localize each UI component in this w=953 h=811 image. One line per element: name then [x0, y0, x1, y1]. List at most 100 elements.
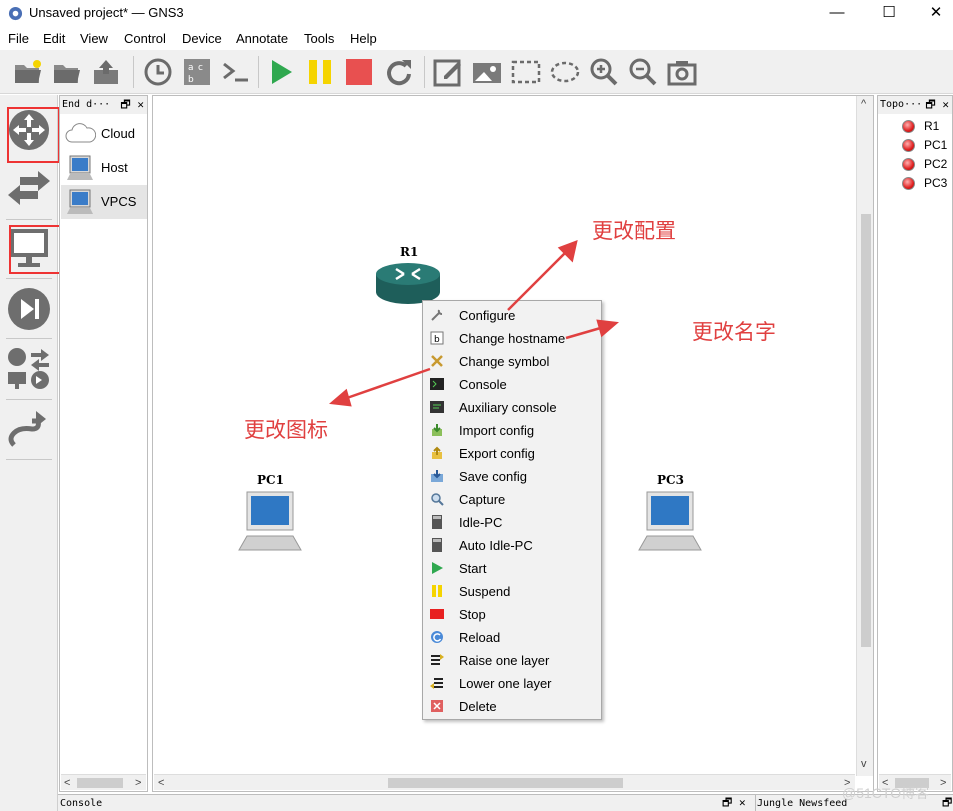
screenshot-icon[interactable] [666, 56, 698, 88]
open-project-icon[interactable] [51, 56, 83, 88]
menu-item-lower-one-layer[interactable]: Lower one layer [424, 672, 600, 695]
console-dock-title[interactable]: Console [60, 796, 102, 811]
menu-control[interactable]: Control [124, 31, 166, 46]
gns3-app-icon [8, 6, 23, 21]
topology-panel-header: Topo··· 🗗 ✕ [878, 96, 952, 114]
menu-item-change-hostname[interactable]: b Change hostname [424, 327, 600, 350]
annotation-configure: 更改配置 [592, 219, 676, 243]
draw-ellipse-icon[interactable] [549, 56, 581, 88]
menu-help[interactable]: Help [350, 31, 377, 46]
menu-item-idle-pc[interactable]: Idle-PC [424, 511, 600, 534]
stopped-status-icon [902, 177, 915, 190]
scroll-down-icon[interactable]: v [861, 756, 867, 772]
menu-item-start[interactable]: Start [424, 557, 600, 580]
devices-panel-title: End d··· [62, 99, 111, 110]
device-item-cloud[interactable]: Cloud [61, 117, 147, 151]
svg-text:c: c [198, 63, 203, 73]
highlight-box [7, 107, 60, 163]
devices-horizontal-scrollbar[interactable]: < > [61, 774, 146, 790]
stopped-status-icon [902, 158, 915, 171]
menu-item-save-config[interactable]: Save config [424, 465, 600, 488]
device-item-host[interactable]: Host [61, 151, 147, 185]
menu-edit[interactable]: Edit [43, 31, 65, 46]
magnifier-icon [431, 493, 444, 506]
scroll-left-icon[interactable]: < [158, 775, 164, 791]
close-button[interactable]: ✕ [913, 0, 953, 28]
switches-category-icon[interactable] [6, 167, 52, 213]
dock-divider [755, 795, 756, 811]
new-project-icon[interactable] [12, 56, 44, 88]
maximize-button[interactable]: ☐ [866, 0, 912, 28]
newsfeed-dock-title[interactable]: Jungle Newsfeed [757, 796, 847, 811]
scroll-right-icon[interactable]: > [135, 775, 141, 791]
category-separator [6, 278, 52, 279]
menu-item-change-symbol[interactable]: Change symbol [424, 350, 600, 373]
window-title: Unsaved project* — GNS3 [29, 5, 184, 20]
menu-item-auto-idle-pc[interactable]: Auto Idle-PC [424, 534, 600, 557]
zoom-in-icon[interactable] [588, 56, 620, 88]
menu-item-stop[interactable]: Stop [424, 603, 600, 626]
menu-item-export-config[interactable]: Export config [424, 442, 600, 465]
save-project-icon[interactable] [90, 56, 122, 88]
zoom-out-icon[interactable] [627, 56, 659, 88]
menu-item-suspend[interactable]: Suspend [424, 580, 600, 603]
security-devices-category-icon[interactable] [6, 286, 52, 332]
suspend-all-icon[interactable] [304, 56, 336, 88]
menu-item-capture[interactable]: Capture [424, 488, 600, 511]
scroll-left-icon[interactable]: < [64, 775, 70, 791]
category-separator [6, 338, 52, 339]
stopped-status-icon [902, 120, 915, 133]
console-all-icon[interactable] [220, 56, 252, 88]
canvas-vertical-scrollbar[interactable]: ^ v [856, 96, 873, 776]
terminal-icon [430, 378, 444, 390]
node-label-r1: R1 [400, 245, 419, 259]
cloud-icon [65, 123, 96, 143]
menu-device[interactable]: Device [182, 31, 222, 46]
devices-panel: End d··· 🗗 ✕ Cloud Host VPCS < > [59, 95, 148, 792]
scrollbar-thumb[interactable] [77, 778, 123, 788]
delete-icon [431, 700, 443, 712]
minimize-button[interactable]: — [814, 0, 860, 28]
panel-float-close-icons[interactable]: 🗗 ✕ [925, 96, 949, 114]
svg-text:b: b [434, 335, 440, 345]
draw-rectangle-icon[interactable] [510, 56, 542, 88]
start-all-icon[interactable] [265, 56, 297, 88]
pc3-computer-icon[interactable] [637, 490, 703, 552]
insert-picture-icon[interactable] [471, 56, 503, 88]
menu-view[interactable]: View [80, 31, 108, 46]
pc1-computer-icon[interactable] [237, 490, 303, 552]
menu-item-delete[interactable]: Delete [424, 695, 600, 718]
scroll-right-icon[interactable]: > [940, 775, 946, 791]
menu-item-raise-one-layer[interactable]: Raise one layer [424, 649, 600, 672]
menu-item-reload[interactable]: Reload [424, 626, 600, 649]
play-icon [432, 562, 443, 574]
menu-item-console[interactable]: Console [424, 373, 600, 396]
add-note-icon[interactable] [432, 56, 464, 88]
menu-tools[interactable]: Tools [304, 31, 334, 46]
scrollbar-thumb[interactable] [388, 778, 623, 788]
scroll-up-icon[interactable]: ^ [861, 96, 866, 112]
all-devices-category-icon[interactable] [6, 345, 52, 391]
stop-all-icon[interactable] [343, 56, 375, 88]
menu-annotate[interactable]: Annotate [236, 31, 288, 46]
menu-item-configure[interactable]: Configure [424, 304, 600, 327]
panel-float-close-icons[interactable]: 🗗 ✕ [120, 96, 144, 114]
export-icon [432, 446, 442, 459]
category-separator [6, 219, 52, 220]
reload-all-icon[interactable] [382, 56, 414, 88]
menu-item-import-config[interactable]: Import config [424, 419, 600, 442]
topology-panel-title: Topo··· [880, 99, 923, 110]
canvas-horizontal-scrollbar[interactable]: < > [154, 774, 855, 790]
menu-item-auxiliary-console[interactable]: Auxiliary console [424, 396, 600, 419]
device-item-vpcs[interactable]: VPCS [61, 185, 147, 219]
newsfeed-dock-float-icon[interactable]: 🗗 [942, 795, 952, 811]
menu-file[interactable]: File [8, 31, 29, 46]
console-dock-float-close-icons[interactable]: 🗗 ✕ [722, 795, 746, 811]
calculator-icon [432, 515, 442, 529]
scrollbar-thumb[interactable] [861, 214, 871, 647]
add-link-icon[interactable] [6, 405, 52, 451]
show-interface-labels-icon[interactable]: a cb [181, 56, 213, 88]
pause-icon [432, 585, 442, 597]
topology-summary-panel: Topo··· 🗗 ✕ R1 PC1 PC2 PC3 < > [877, 95, 953, 792]
clock-icon[interactable] [142, 56, 174, 88]
